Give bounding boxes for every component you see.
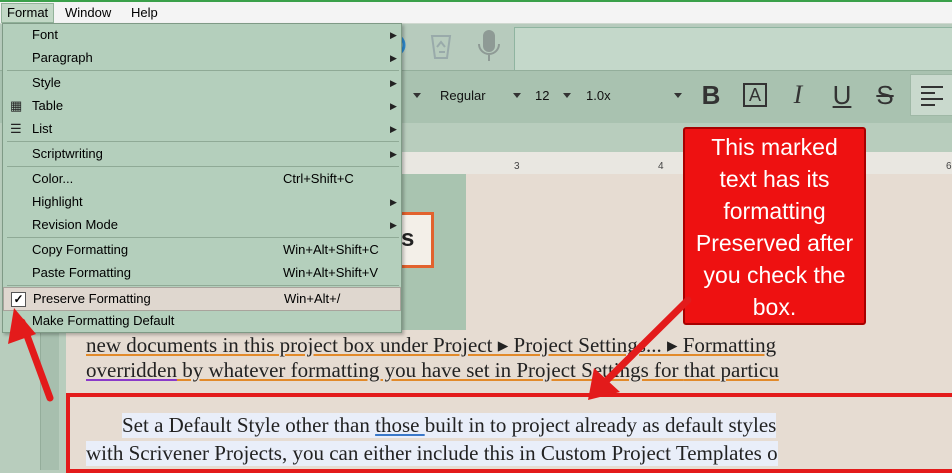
menu-item-label: Color... <box>32 171 74 186</box>
callout-line: Preserved after <box>695 230 854 256</box>
submenu-arrow-icon: ▶ <box>390 124 397 134</box>
menu-item-font[interactable]: Font ▶ <box>3 24 401 46</box>
menu-separator <box>7 70 399 71</box>
boxed-text-button[interactable]: A <box>740 80 770 110</box>
menu-item-label: List <box>32 121 53 136</box>
highlighted-box: s <box>398 212 434 268</box>
boxed-text-glyph: A <box>743 83 767 107</box>
menu-item-paragraph[interactable]: Paragraph ▶ <box>3 47 401 69</box>
menu-item-label: Paste Formatting <box>32 265 131 280</box>
menu-item-revision-mode[interactable]: Revision Mode ▶ <box>3 214 401 236</box>
menu-item-label: Revision Mode <box>32 217 118 232</box>
menu-item-label: Table <box>32 98 64 113</box>
line-spacing-caret-icon[interactable] <box>674 93 682 98</box>
menu-item-label: Preserve Formatting <box>33 291 151 306</box>
menu-item-table[interactable]: ▦ Table ▶ <box>3 95 401 117</box>
underlined-word: overridden <box>86 358 177 382</box>
table-icon: ▦ <box>10 98 23 113</box>
callout-line: This marked <box>711 134 838 160</box>
font-family-caret-icon[interactable] <box>413 93 421 98</box>
submenu-arrow-icon: ▶ <box>390 149 397 159</box>
document-text: by whatever formatting you have set in P… <box>176 358 684 382</box>
font-size-caret-icon[interactable] <box>563 93 571 98</box>
line-spacing-select[interactable]: 1.0x <box>586 87 611 105</box>
align-left-icon <box>921 86 943 106</box>
menu-item-copy-formatting[interactable]: Copy Formatting Win+Alt+Shift+C <box>3 239 401 261</box>
annotation-frame <box>66 393 952 473</box>
toolbar-search-area[interactable] <box>514 27 952 72</box>
callout-line: you check the <box>703 262 846 288</box>
menu-item-shortcut: Win+Alt+Shift+C <box>283 242 379 257</box>
submenu-arrow-icon: ▶ <box>390 78 397 88</box>
menu-separator <box>7 237 399 238</box>
ruler-label: 4 <box>658 161 664 172</box>
menu-item-list[interactable]: ☰ List ▶ <box>3 118 401 140</box>
document-text: that particu <box>683 358 779 382</box>
menu-item-label: Font <box>32 27 59 42</box>
checkbox-checked-icon: ✓ <box>11 292 26 307</box>
font-style-caret-icon[interactable] <box>513 93 521 98</box>
bold-button[interactable]: B <box>696 80 726 110</box>
menu-item-style[interactable]: Style ▶ <box>3 72 401 94</box>
submenu-arrow-icon: ▶ <box>390 53 397 63</box>
menu-item-label: Highlight <box>32 194 83 209</box>
align-left-button[interactable] <box>910 74 952 116</box>
menubar: Format Window Help <box>0 2 952 24</box>
menu-item-paste-formatting[interactable]: Paste Formatting Win+Alt+Shift+V <box>3 262 401 284</box>
menu-item-make-formatting-default[interactable]: Make Formatting Default <box>3 310 401 332</box>
menu-item-shortcut: Ctrl+Shift+C <box>283 171 354 186</box>
callout-line: formatting <box>723 198 826 224</box>
callout-line: text has its <box>719 166 830 192</box>
callout-line: box. <box>752 294 797 320</box>
submenu-arrow-icon: ▶ <box>390 197 397 207</box>
italic-button[interactable]: I <box>783 80 813 110</box>
ruler-label: 3 <box>514 161 520 172</box>
submenu-arrow-icon: ▶ <box>390 220 397 230</box>
strikethrough-button[interactable]: S <box>870 80 900 110</box>
menu-item-label: Make Formatting Default <box>32 313 175 328</box>
highlighted-box-text: s <box>401 225 415 252</box>
underline-button[interactable]: U <box>827 80 857 110</box>
editor-scroll-strip[interactable] <box>40 330 59 470</box>
menu-separator <box>7 141 399 142</box>
document-line: new documents in this project box under … <box>86 333 777 357</box>
menu-window[interactable]: Window <box>60 4 116 22</box>
ruler[interactable]: 3 4 5 6 <box>402 152 952 175</box>
submenu-arrow-icon: ▶ <box>390 30 397 40</box>
menu-item-color[interactable]: Color... Ctrl+Shift+C <box>3 168 401 190</box>
document-line: overridden by whatever formatting you ha… <box>86 358 779 383</box>
microphone-icon[interactable] <box>475 28 503 64</box>
font-style-select[interactable]: Regular <box>440 87 486 105</box>
menu-item-label: Paragraph <box>32 50 93 65</box>
menu-item-label: Copy Formatting <box>32 242 129 257</box>
trash-icon[interactable] <box>425 30 457 62</box>
font-size-select[interactable]: 12 <box>535 87 549 105</box>
menu-item-label: Scriptwriting <box>32 146 103 161</box>
ruler-label: 6 <box>946 161 952 172</box>
menu-separator <box>7 285 399 286</box>
menu-item-scriptwriting[interactable]: Scriptwriting ▶ <box>3 143 401 165</box>
menu-help[interactable]: Help <box>126 4 163 22</box>
menu-separator <box>7 166 399 167</box>
menu-item-highlight[interactable]: Highlight ▶ <box>3 191 401 213</box>
menu-item-shortcut: Win+Alt+/ <box>284 291 341 306</box>
list-icon: ☰ <box>10 121 22 136</box>
submenu-arrow-icon: ▶ <box>390 101 397 111</box>
menu-item-shortcut: Win+Alt+Shift+V <box>283 265 379 280</box>
menu-item-preserve-formatting[interactable]: ✓ Preserve Formatting Win+Alt+/ <box>3 287 401 311</box>
menu-format[interactable]: Format <box>1 3 55 23</box>
format-menu: Font ▶ Paragraph ▶ Style ▶ ▦ Table ▶ ☰ List ▶ S… <box>2 23 402 333</box>
annotation-callout: This marked text has its formatting Pres… <box>683 127 866 325</box>
menu-item-label: Style <box>32 75 61 90</box>
